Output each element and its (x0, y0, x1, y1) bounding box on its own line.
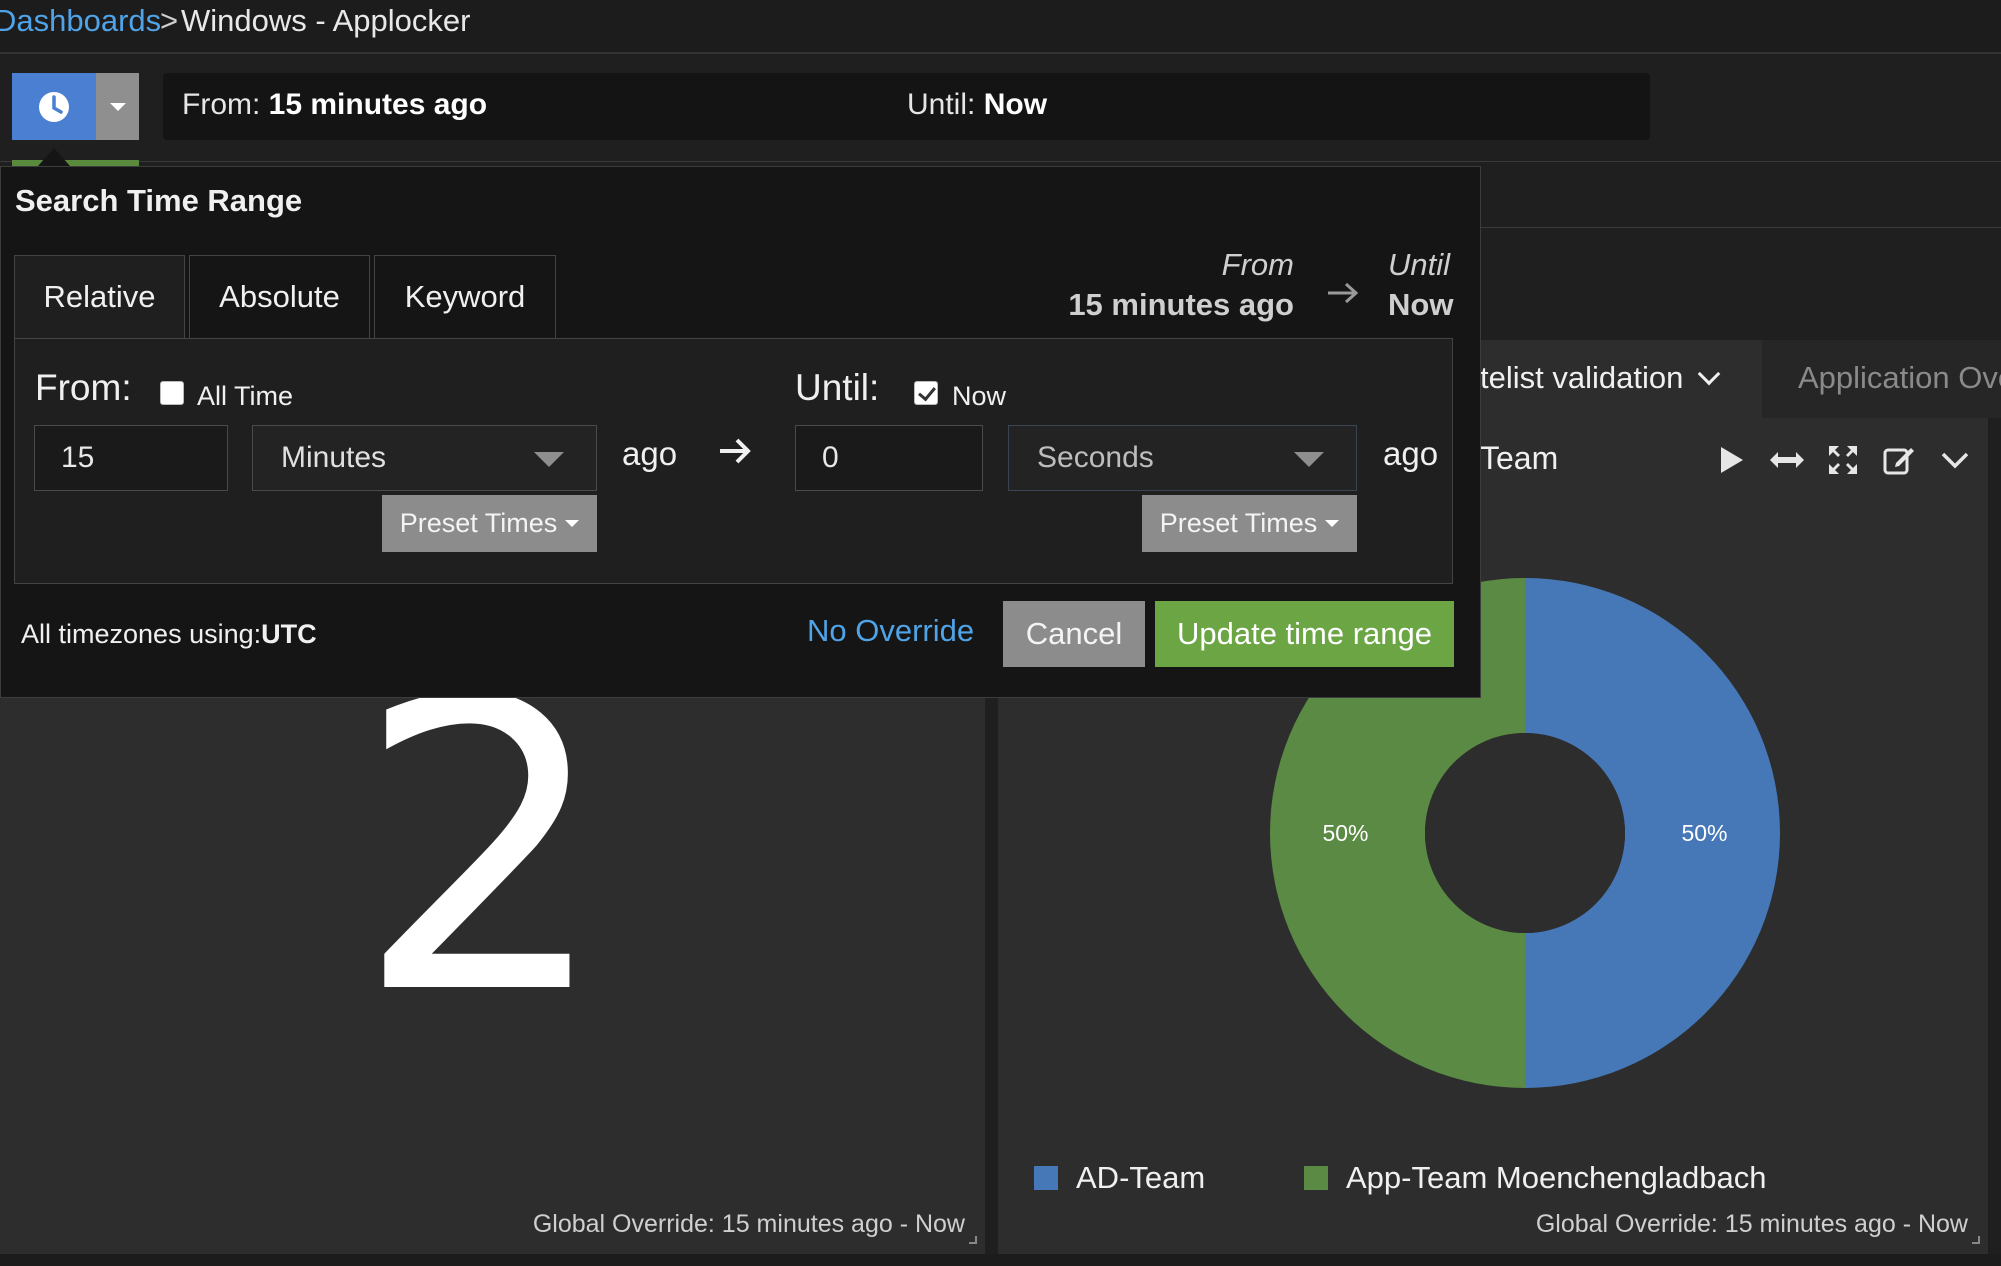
legend-item-app-team[interactable]: App-Team Moenchengladbach (1304, 1160, 1767, 1196)
popover-arrow (38, 148, 70, 166)
time-picker-dropdown-button[interactable] (96, 73, 139, 140)
arrow-right-icon (718, 431, 752, 476)
legend-label: AD-Team (1076, 1160, 1206, 1195)
tab-keyword[interactable]: Keyword (374, 255, 556, 339)
cancel-button[interactable]: Cancel (1003, 601, 1145, 667)
legend-swatch (1304, 1166, 1328, 1190)
tab-relative[interactable]: Relative (14, 255, 185, 339)
timezone-info: All timezones using:UTC (21, 619, 317, 649)
from-label: From: (35, 367, 132, 408)
resize-handle[interactable] (969, 1236, 977, 1244)
tab-whitelist-validation[interactable]: telist validation (1480, 340, 1762, 418)
breadcrumb-separator: > (160, 3, 179, 38)
expand-icon[interactable] (1824, 441, 1862, 479)
panel-toolbar (1712, 440, 1974, 480)
resize-handle[interactable] (1972, 1236, 1980, 1244)
edit-icon[interactable] (1880, 441, 1918, 479)
now-checkbox[interactable] (914, 381, 938, 405)
panel-title: Team (1480, 440, 1559, 476)
from-ago-label: ago (622, 435, 678, 472)
breadcrumb-current: Windows - Applocker (181, 3, 471, 38)
all-time-checkbox[interactable] (160, 381, 184, 405)
arrow-right-icon (1326, 277, 1360, 313)
until-ago-label: ago (1383, 435, 1439, 472)
from-unit-value: Minutes (281, 441, 387, 474)
global-override-text: Global Override: 15 minutes ago - Now (1535, 1210, 1968, 1238)
all-time-label: All Time (197, 381, 294, 411)
from-preset-times-button[interactable]: Preset Times (382, 495, 597, 552)
pie-label-1: 50% (1322, 820, 1368, 846)
preset-label: Preset Times (399, 508, 558, 538)
dropdown-caret-icon (534, 452, 564, 467)
time-range-display[interactable]: From: 15 minutes ago Until: Now (163, 73, 1650, 140)
chevron-down-icon (1698, 362, 1721, 386)
relative-tab-body: From: All Time 15 Minutes ago Preset Tim… (14, 338, 1453, 584)
donut-hole (1425, 733, 1625, 933)
chevron-down-icon[interactable] (1936, 441, 1974, 479)
pie-label-0: 50% (1681, 820, 1727, 846)
time-picker-button[interactable] (12, 73, 96, 140)
single-value-number: 2 (355, 617, 610, 1082)
until-preset-times-button[interactable]: Preset Times (1142, 495, 1357, 552)
from-amount-input[interactable]: 15 (34, 425, 228, 491)
global-override-text: Global Override: 15 minutes ago - Now (532, 1210, 965, 1238)
play-icon[interactable] (1712, 441, 1750, 479)
resize-horizontal-icon[interactable] (1768, 441, 1806, 479)
page-bottom (0, 1254, 2001, 1266)
search-time-range-popover: Search Time Range Relative Absolute Keyw… (0, 166, 1481, 698)
update-time-range-button[interactable]: Update time range (1155, 601, 1454, 667)
preset-label: Preset Times (1159, 508, 1318, 538)
range-until: Until: Now (907, 88, 1048, 121)
until-unit-value: Seconds (1037, 441, 1154, 474)
caret-down-icon (1325, 520, 1340, 527)
range-from: From: 15 minutes ago (182, 88, 488, 121)
legend-label: App-Team Moenchengladbach (1346, 1160, 1767, 1195)
caret-down-icon (565, 520, 580, 527)
legend-item-ad-team[interactable]: AD-Team (1034, 1160, 1205, 1196)
until-label: Until: (795, 367, 880, 408)
caret-down-icon (109, 102, 126, 111)
legend-swatch (1034, 1166, 1058, 1190)
from-unit-select[interactable]: Minutes (252, 425, 597, 491)
summary-until: Until Now (1388, 247, 1454, 322)
until-unit-select[interactable]: Seconds (1008, 425, 1357, 491)
dropdown-caret-icon (1294, 452, 1324, 467)
clock-icon (39, 91, 69, 122)
no-override-link[interactable]: No Override (807, 613, 974, 649)
summary-from: From 15 minutes ago (1068, 247, 1294, 322)
popover-title: Search Time Range (15, 183, 303, 218)
now-label: Now (952, 381, 1007, 411)
breadcrumb-dashboards-link[interactable]: Dashboards (0, 0, 161, 42)
until-amount-input[interactable]: 0 (795, 425, 983, 491)
tab-absolute[interactable]: Absolute (189, 255, 370, 339)
breadcrumb: Dashboards > Windows - Applocker (0, 0, 2001, 54)
tab-application-overview[interactable]: Application Ove (1798, 360, 2001, 396)
